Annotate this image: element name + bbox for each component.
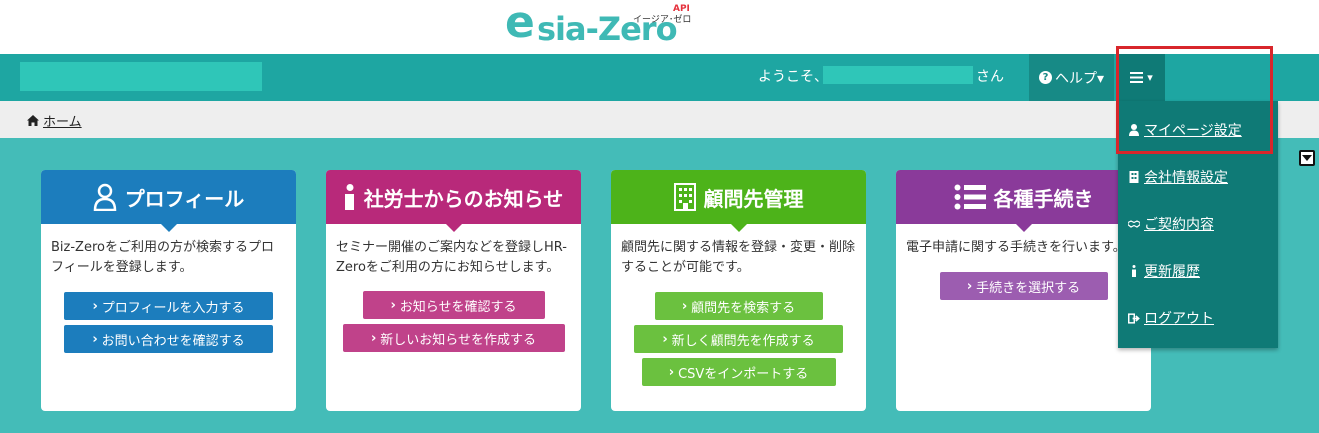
menu-item-company-settings[interactable]: 会社情報設定: [1128, 167, 1228, 187]
breadcrumb-home-link[interactable]: ホーム: [43, 111, 82, 130]
handshake-icon: [1128, 220, 1140, 228]
client-management-panel-title: 顧問先管理: [703, 186, 804, 211]
chevron-right-icon: ›: [668, 364, 675, 380]
import-csv-label: CSVをインポートする: [678, 366, 809, 382]
menu-label-update-history: 更新履歴: [1144, 264, 1200, 280]
info-icon: [344, 184, 354, 210]
menu-item-logout[interactable]: ログアウト: [1128, 308, 1214, 328]
menu-item-update-history[interactable]: 更新履歴: [1128, 261, 1200, 281]
chevron-right-icon: ›: [662, 331, 668, 347]
menu-item-contract-details[interactable]: ご契約内容: [1128, 214, 1214, 234]
chevron-right-icon: ›: [370, 330, 377, 346]
notices-panel-title: 社労士からのお知らせ: [363, 186, 564, 211]
enter-profile-label: プロフィールを入力する: [101, 300, 245, 316]
procedures-panel: 各種手続き 電子申請に関する手続きを行います。 › 手続きを選択する: [896, 170, 1151, 411]
create-notice-label: 新しいお知らせを作成する: [380, 332, 537, 348]
home-icon: [27, 115, 39, 126]
import-csv-button[interactable]: › CSVをインポートする: [641, 358, 836, 386]
user-icon: [93, 183, 116, 211]
chevron-right-icon: ›: [966, 278, 973, 294]
enter-profile-button[interactable]: › プロフィールを入力する: [64, 292, 273, 320]
search-clients-label: 顧問先を検索する: [691, 300, 796, 316]
check-notices-button[interactable]: › お知らせを確認する: [362, 291, 545, 319]
logo-kana: イージア･ゼロ: [633, 15, 692, 25]
procedures-panel-header: 各種手続き: [896, 170, 1151, 232]
redacted-brand-box: [20, 62, 262, 91]
profile-panel-title: プロフィール: [124, 186, 245, 211]
create-client-button[interactable]: › 新しく顧問先を作成する: [634, 325, 843, 353]
create-notice-button[interactable]: › 新しいお知らせを作成する: [342, 324, 565, 352]
building-icon: [1129, 171, 1139, 183]
chevron-right-icon: ›: [92, 298, 98, 314]
chevron-right-icon: ›: [681, 298, 688, 314]
chevron-right-icon: ›: [92, 331, 98, 347]
check-inquiries-label: お問い合わせを確認する: [101, 333, 245, 349]
help-dropdown-button[interactable]: ? ヘルプ▾: [1029, 54, 1114, 101]
esia-zero-logo[interactable]: e sia-Zero API イージア･ゼロ: [505, 0, 692, 48]
menu-label-logout: ログアウト: [1144, 311, 1214, 327]
question-circle-icon: ?: [1038, 71, 1052, 84]
sign-out-icon: [1128, 312, 1140, 324]
check-notices-label: お知らせを確認する: [399, 299, 517, 315]
menu-label-contract-details: ご契約内容: [1144, 217, 1214, 233]
info-icon: [1132, 265, 1136, 277]
honorific-text: さん: [976, 69, 1004, 85]
profile-panel-header: プロフィール: [41, 170, 296, 232]
search-clients-button[interactable]: › 顧問先を検索する: [654, 292, 823, 320]
highlight-annotation-box: [1116, 46, 1273, 154]
create-client-label: 新しく顧問先を作成する: [671, 333, 815, 349]
menu-label-company-settings: 会社情報設定: [1144, 170, 1228, 186]
building-icon: [673, 183, 696, 211]
chevron-right-icon: ›: [390, 297, 396, 313]
notices-panel-description: セミナー開催のご案内などを登録しHR-Zeroをご利用の方にお知らせします。: [336, 240, 567, 275]
select-procedure-label: 手続きを選択する: [976, 280, 1081, 296]
procedures-panel-title: 各種手続き: [993, 186, 1094, 211]
breadcrumb: ホーム: [27, 111, 82, 130]
client-management-panel-description: 顧問先に関する情報を登録・変更・削除することが可能です。: [621, 240, 856, 275]
collapse-toggle-icon[interactable]: [1299, 150, 1315, 166]
select-procedure-button[interactable]: › 手続きを選択する: [939, 272, 1108, 300]
logo-letter-e: e: [505, 0, 535, 48]
redacted-user-name: [823, 66, 973, 84]
welcome-text: ようこそ、: [758, 69, 828, 85]
client-management-panel-header: 顧問先管理: [611, 170, 866, 232]
help-label: ヘルプ▾: [1054, 70, 1105, 87]
client-management-panel: 顧問先管理 顧問先に関する情報を登録・変更・削除することが可能です。 › 顧問先を…: [611, 170, 866, 411]
notices-panel-header: 社労士からのお知らせ: [326, 170, 581, 232]
profile-panel: プロフィール Biz-Zeroをご利用の方が検索するプロフィールを登録します。 …: [41, 170, 296, 411]
profile-panel-description: Biz-Zeroをご利用の方が検索するプロフィールを登録します。: [51, 240, 274, 275]
list-icon: [954, 184, 986, 210]
notices-panel: 社労士からのお知らせ セミナー開催のご案内などを登録しHR-Zeroをご利用の方…: [326, 170, 581, 411]
check-inquiries-button[interactable]: › お問い合わせを確認する: [64, 325, 273, 353]
